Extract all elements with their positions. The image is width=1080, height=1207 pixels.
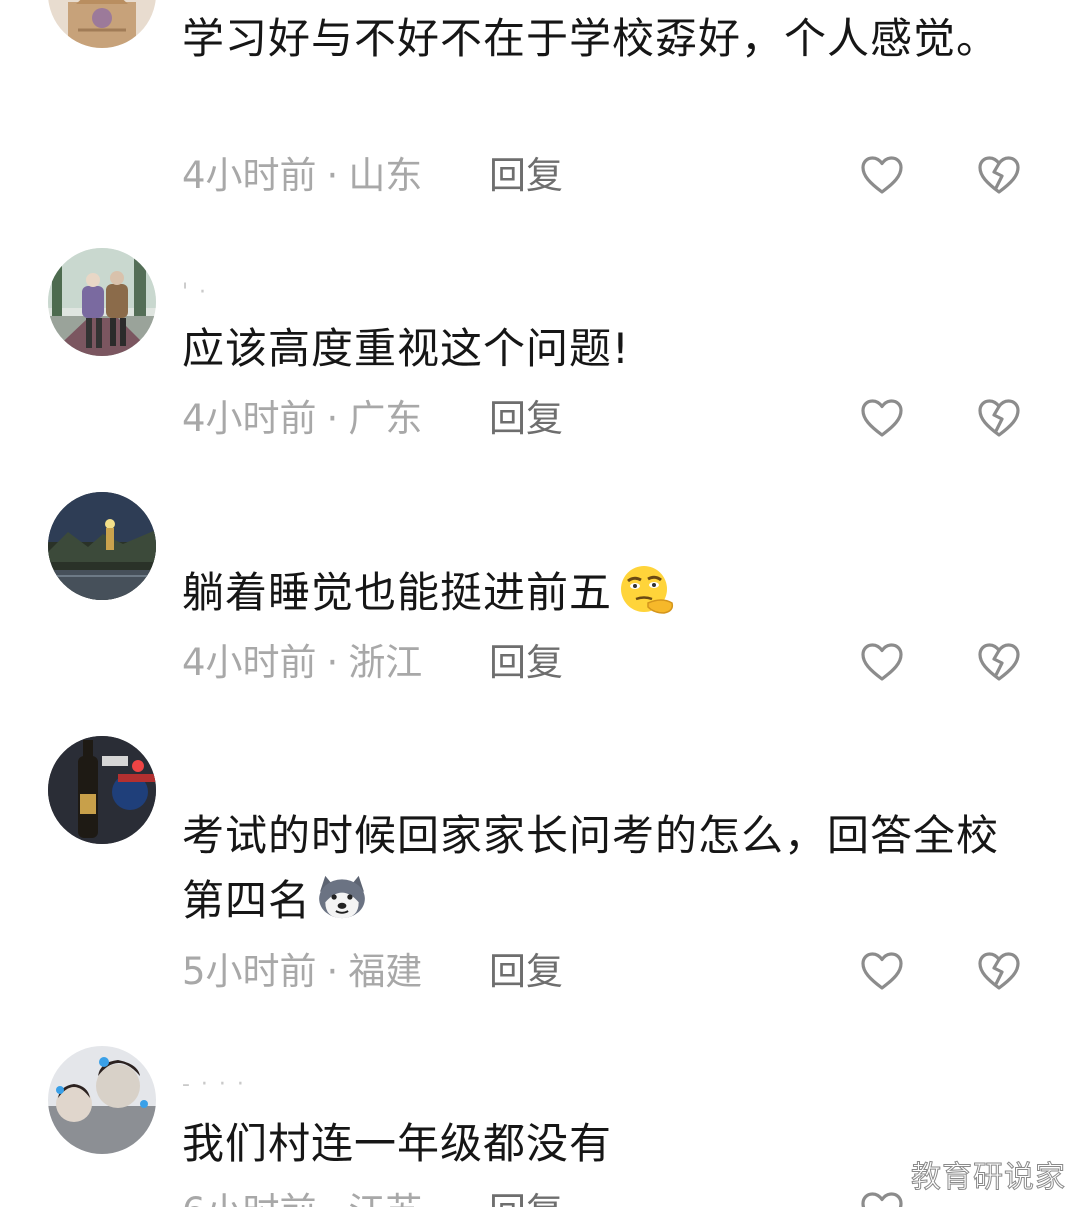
comment-time: 4小时前 xyxy=(182,641,317,684)
heart-outline-icon[interactable] xyxy=(860,155,904,195)
reply-button[interactable]: 回复 xyxy=(489,1192,563,1207)
reply-button[interactable]: 回复 xyxy=(489,156,563,196)
separator-dot: · xyxy=(326,641,339,684)
comment-meta: 6小时前 · 江苏 xyxy=(182,1192,422,1207)
separator-dot: · xyxy=(326,950,339,993)
comment-text: 我们村连一年级都没有 xyxy=(182,1119,613,1168)
avatar[interactable] xyxy=(48,1046,156,1154)
comment-meta: 4小时前 · 山东 xyxy=(182,156,422,196)
reply-button[interactable]: 回复 xyxy=(489,399,563,439)
avatar[interactable] xyxy=(48,248,156,356)
comment-time: 6小时前 xyxy=(182,1190,317,1207)
separator-dot: · xyxy=(326,397,339,440)
comment-text: 考试的时候回家家长问考的怎么，回答全校第四名 xyxy=(182,803,1002,933)
comment-time: 4小时前 xyxy=(182,154,317,197)
comment-location: 江苏 xyxy=(348,1190,422,1207)
comment-meta: 5小时前 · 福建 xyxy=(182,952,422,992)
comment-text-body: 躺着睡觉也能挺进前五 xyxy=(182,568,613,617)
comment-list: 学习好与不好不在于学校孬好，个人感觉。 4小时前 · 山东 回复 ' · 应该高… xyxy=(0,0,1080,1207)
avatar[interactable] xyxy=(48,0,156,48)
broken-heart-icon[interactable] xyxy=(977,398,1021,438)
comment-text: 躺着睡觉也能挺进前五 xyxy=(182,560,1002,625)
watermark: 教育研说家 xyxy=(911,1160,1066,1196)
comment-meta: 4小时前 · 广东 xyxy=(182,399,422,439)
comment-location: 福建 xyxy=(348,950,423,993)
husky-dog-emoji xyxy=(319,875,365,919)
broken-heart-icon[interactable] xyxy=(977,951,1021,991)
heart-outline-icon[interactable] xyxy=(860,951,904,991)
comment-username[interactable]: ' · xyxy=(182,280,208,305)
comment-text: 学习好与不好不在于学校孬好，个人感觉。 xyxy=(182,14,1000,63)
heart-outline-icon[interactable] xyxy=(860,1191,904,1207)
separator-dot: · xyxy=(326,154,339,197)
heart-outline-icon[interactable] xyxy=(860,398,904,438)
comment-time: 4小时前 xyxy=(182,397,317,440)
avatar[interactable] xyxy=(48,492,156,600)
comment-text-body: 考试的时候回家家长问考的怎么，回答全校第四名 xyxy=(182,811,1000,925)
separator-dot: · xyxy=(327,1190,339,1207)
comment-location: 山东 xyxy=(348,154,423,197)
broken-heart-icon[interactable] xyxy=(977,642,1021,682)
comment-meta: 4小时前 · 浙江 xyxy=(182,643,422,683)
broken-heart-icon[interactable] xyxy=(977,155,1021,195)
thinking-face-emoji xyxy=(621,566,674,614)
avatar[interactable] xyxy=(48,736,156,844)
heart-outline-icon[interactable] xyxy=(860,642,904,682)
comment-time: 5小时前 xyxy=(182,950,317,993)
comment-text: 应该高度重视这个问题! xyxy=(182,324,630,373)
comment-username[interactable]: - · · · xyxy=(182,1072,246,1097)
reply-button[interactable]: 回复 xyxy=(489,952,563,992)
reply-button[interactable]: 回复 xyxy=(489,643,563,683)
comment-location: 浙江 xyxy=(348,641,423,684)
comment-location: 广东 xyxy=(348,397,423,440)
